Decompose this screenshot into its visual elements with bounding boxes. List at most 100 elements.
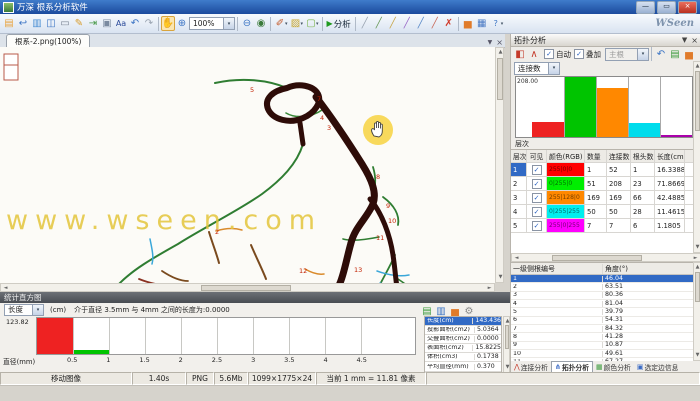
overlay-checkbox[interactable]: ✓ — [574, 49, 584, 59]
visible-checkbox[interactable]: ✓ — [532, 207, 542, 217]
root-type-combo[interactable]: 主根 ▾ — [605, 48, 649, 61]
tab-menu-icon[interactable]: ▼ — [488, 39, 493, 46]
panel-close-icon[interactable]: × — [691, 36, 698, 45]
angle-row[interactable]: 841.28 — [511, 333, 693, 341]
metric-combo[interactable]: 连接数 ▾ — [514, 62, 560, 75]
panel-horizontal-scrollbar[interactable]: ◄ ► — [511, 253, 700, 262]
chevron-down-icon[interactable]: ▾ — [223, 18, 234, 29]
angle-row[interactable]: 380.36 — [511, 292, 693, 300]
redo-icon[interactable]: ↷ — [142, 16, 156, 31]
visible-checkbox[interactable]: ✓ — [532, 193, 542, 203]
save-icon[interactable]: ◫ — [44, 16, 58, 31]
chevron-down-icon[interactable]: ▾ — [501, 21, 504, 27]
angle-row[interactable]: 539.79 — [511, 308, 693, 316]
scrollbar-thumb[interactable] — [505, 325, 509, 349]
zoom-level-combo[interactable]: 100%▾ — [189, 17, 235, 30]
scrollbar-thumb[interactable] — [497, 58, 503, 100]
histogram-metric-combo[interactable]: 长度 ▾ — [4, 304, 44, 316]
zoom-tool-icon[interactable]: ⊕ — [175, 16, 189, 31]
angle-row[interactable]: 910.87 — [511, 342, 693, 350]
level-cell[interactable]: 5 — [511, 219, 527, 232]
tab-连接分析[interactable]: ⋀连接分析 — [511, 362, 551, 372]
stats-icon[interactable]: ▅ — [461, 16, 475, 31]
maximize-button[interactable]: ▭ — [657, 1, 676, 14]
panel-vertical-scrollbar[interactable]: ▲ ▼ — [693, 61, 700, 253]
hand-tool-icon[interactable]: ✋ — [161, 16, 175, 31]
canvas-vertical-scrollbar[interactable]: ▲ ▼ — [495, 47, 504, 283]
angle-table-scrollbar[interactable]: ▲ ▼ — [693, 262, 700, 361]
chevron-down-icon[interactable]: ▾ — [316, 21, 319, 27]
pen-red-icon[interactable]: ╱ — [428, 16, 442, 31]
angle-icon[interactable]: ∧ — [527, 47, 541, 62]
stat-row[interactable]: 投影面积(cm2)5.0364 — [425, 326, 501, 335]
chart-icon[interactable]: ▅ — [682, 47, 696, 62]
copy-icon[interactable]: ▣ — [100, 16, 114, 31]
angle-row[interactable]: 263.51 — [511, 283, 693, 291]
visible-checkbox[interactable]: ✓ — [532, 221, 542, 231]
scroll-down-icon[interactable]: ▼ — [693, 243, 700, 252]
analyze-button[interactable]: ▶分析 — [325, 16, 353, 31]
level-cell[interactable]: 4 — [511, 205, 527, 218]
pen-blue-icon[interactable]: ╱ — [414, 16, 428, 31]
undo-icon[interactable]: ↶ — [128, 16, 142, 31]
zoom-in-icon[interactable]: ⊖ — [240, 16, 254, 31]
stat-row[interactable]: 体积(cm3)0.1738 — [425, 353, 501, 362]
level-cell[interactable]: 3 — [511, 191, 527, 204]
close-button[interactable]: × — [678, 1, 697, 14]
tab-close-icon[interactable]: × — [496, 38, 503, 47]
chevron-down-icon[interactable]: ▾ — [32, 305, 43, 315]
scroll-up-icon[interactable]: ▲ — [693, 62, 700, 71]
auto-checkbox[interactable]: ✓ — [544, 49, 554, 59]
open-icon[interactable]: ▤ — [2, 16, 16, 31]
stats-scrollbar[interactable]: ▲ ▼ — [503, 316, 510, 373]
pin-icon[interactable]: ▼ — [682, 36, 687, 45]
angle-row[interactable]: 784.32 — [511, 325, 693, 333]
table-row[interactable]: 4✓0|255|25550502811.4615 — [511, 205, 693, 219]
scroll-down-icon[interactable]: ▼ — [693, 351, 700, 360]
table-row[interactable]: 1✓255|0|0152116.3388 — [511, 163, 693, 177]
table-row[interactable]: 5✓255|0|2557761.1805 — [511, 219, 693, 233]
eraser-icon[interactable]: ✗ — [442, 16, 456, 31]
view-icon[interactable]: ◉ — [254, 16, 268, 31]
stat-row[interactable]: 平均直径(mm)0.370 — [425, 362, 501, 371]
scrollbar-thumb[interactable] — [552, 255, 642, 261]
scrollbar-thumb[interactable] — [695, 272, 700, 302]
canvas-horizontal-scrollbar[interactable]: ◄ ► — [0, 283, 495, 292]
scroll-up-icon[interactable]: ▲ — [693, 263, 700, 272]
stat-row[interactable]: 长度(cm)143.436 — [425, 317, 501, 326]
angle-row[interactable]: 1049.61 — [511, 350, 693, 358]
stat-row[interactable]: 表面积(cm2)15.8225 — [425, 344, 501, 353]
tab-选定边信息[interactable]: ▣选定边信息 — [634, 362, 682, 372]
text-icon[interactable]: Aa — [114, 16, 128, 31]
minimize-button[interactable]: — — [636, 1, 655, 14]
level-cell[interactable]: 2 — [511, 177, 527, 190]
excel-export-icon[interactable]: ▤ — [668, 47, 682, 62]
edit-icon[interactable]: ✎ — [72, 16, 86, 31]
palette-icon[interactable]: ▦ — [475, 16, 489, 31]
window-icon[interactable]: ◧ — [513, 47, 527, 62]
undo-icon[interactable]: ↶ — [654, 47, 668, 62]
table-row[interactable]: 2✓0|255|0512082371.8669 — [511, 177, 693, 191]
visible-checkbox[interactable]: ✓ — [532, 179, 542, 189]
angle-row[interactable]: 146.04 — [511, 275, 693, 283]
scroll-down-icon[interactable]: ▼ — [496, 273, 505, 282]
export-icon[interactable]: ⇥ — [86, 16, 100, 31]
tab-颜色分析[interactable]: ▦颜色分析 — [593, 362, 634, 372]
scroll-down-icon[interactable]: ▼ — [503, 363, 512, 372]
pen-gray-icon[interactable]: ╱ — [358, 16, 372, 31]
back-icon[interactable]: ↩ — [16, 16, 30, 31]
chevron-down-icon[interactable]: ▾ — [637, 49, 648, 60]
table-row[interactable]: 3✓255|128|01691696642.4885 — [511, 191, 693, 205]
scroll-up-icon[interactable]: ▲ — [496, 48, 505, 57]
image-canvas[interactable]: www.wseen.com 574389101121213 — [0, 47, 495, 283]
chevron-down-icon[interactable]: ▾ — [548, 63, 559, 74]
angle-row[interactable]: 481.04 — [511, 300, 693, 308]
visible-checkbox[interactable]: ✓ — [532, 165, 542, 175]
pen-green-icon[interactable]: ╱ — [372, 16, 386, 31]
level-cell[interactable]: 1 — [511, 163, 527, 176]
pen-purple-icon[interactable]: ╱ — [400, 16, 414, 31]
angle-row[interactable]: 654.31 — [511, 317, 693, 325]
print-icon[interactable]: ▭ — [58, 16, 72, 31]
scrollbar-thumb[interactable] — [695, 71, 700, 131]
document-tab[interactable]: 根系-2.png(100%) — [6, 34, 90, 47]
